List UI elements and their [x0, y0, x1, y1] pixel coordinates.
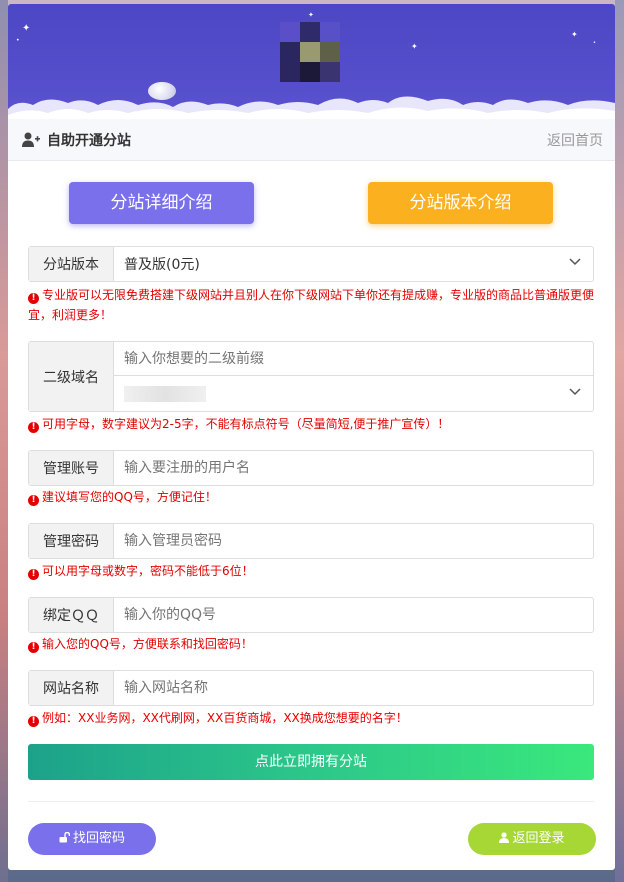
clouds: [8, 96, 615, 119]
version-select-value: 普及版(0元): [124, 257, 200, 273]
submit-button[interactable]: 点此立即拥有分站: [28, 744, 594, 780]
star-icon: ✦: [22, 23, 31, 34]
info-icon: !: [28, 422, 39, 433]
site-name-tip: ! 例如：XX业务网，XX代刷网，XX百货商城，XX换成您想要的名字！: [28, 708, 408, 728]
domain-tip-text: 可用字母，数字建议为2-5字，不能有标点符号（尽量简短,便于推广宣传）！: [42, 417, 450, 431]
info-icon: !: [28, 495, 39, 506]
account-label: 管理账号: [29, 451, 114, 485]
version-select[interactable]: 普及版(0元): [114, 247, 593, 281]
password-tip-text: 可以用字母或数字，密码不能低于6位！: [42, 564, 254, 578]
site-name-input[interactable]: [114, 671, 593, 705]
qq-label: 绑定ＱＱ: [29, 598, 114, 632]
account-input[interactable]: [114, 451, 593, 485]
version-tip-text: 专业版可以无限免费搭建下级网站并且别人在你下级网站下单你还有提成赚，专业版的商品…: [28, 288, 595, 322]
account-group: 管理账号: [28, 450, 594, 486]
register-card: ✦ • ✦ ✦ ✦ • 自助开通分站 返回首页 分站详细介绍 分站版本介绍 分站…: [8, 4, 615, 870]
divider: [28, 801, 594, 802]
account-tip: ! 建议填写您的QQ号，方便记住！: [28, 487, 217, 507]
back-home-link[interactable]: 返回首页: [547, 130, 603, 150]
unlock-icon: [59, 831, 71, 843]
qq-input[interactable]: [114, 598, 593, 632]
find-password-button[interactable]: 找回密码: [28, 823, 156, 855]
password-tip: ! 可以用字母或数字，密码不能低于6位！: [28, 561, 254, 581]
info-icon: !: [28, 569, 39, 580]
domain-prefix-input[interactable]: [114, 342, 593, 376]
domain-tip: ! 可用字母，数字建议为2-5字，不能有标点符号（尽量简短,便于推广宣传）！: [28, 414, 449, 434]
site-name-label: 网站名称: [29, 671, 114, 705]
page-header: 自助开通分站 返回首页: [8, 119, 615, 161]
avatar: [280, 22, 342, 84]
background-right: [615, 0, 624, 882]
back-login-label: 返回登录: [512, 831, 565, 846]
domain-group: 二级域名: [28, 341, 594, 412]
site-name-tip-text: 例如：XX业务网，XX代刷网，XX百货商城，XX换成您想要的名字！: [42, 711, 408, 725]
domain-label: 二级域名: [29, 342, 114, 411]
site-detail-button[interactable]: 分站详细介绍: [69, 182, 254, 224]
find-password-label: 找回密码: [72, 831, 125, 846]
qq-tip-text: 输入您的QQ号，方便联系和找回密码！: [42, 637, 253, 651]
star-icon: ✦: [571, 30, 578, 39]
star-icon: •: [16, 37, 20, 44]
version-select-group: 分站版本 普及版(0元): [28, 246, 594, 282]
chevron-down-icon: [569, 258, 581, 266]
version-intro-button[interactable]: 分站版本介绍: [368, 182, 553, 224]
domain-suffix-value: [124, 386, 206, 402]
star-icon: ✦: [308, 11, 314, 19]
back-login-button[interactable]: 返回登录: [468, 823, 596, 855]
password-group: 管理密码: [28, 523, 594, 559]
page-title: 自助开通分站: [47, 133, 131, 149]
star-icon: ✦: [411, 42, 418, 51]
qq-group: 绑定ＱＱ: [28, 597, 594, 633]
add-user-icon: [22, 132, 40, 147]
account-tip-text: 建议填写您的QQ号，方便记住！: [42, 490, 217, 504]
domain-suffix-select[interactable]: [114, 377, 593, 411]
info-icon: !: [28, 642, 39, 653]
banner: ✦ • ✦ ✦ ✦ •: [8, 4, 615, 119]
site-name-group: 网站名称: [28, 670, 594, 706]
chevron-down-icon: [569, 388, 581, 396]
user-icon: [499, 832, 510, 843]
background-left: [0, 0, 8, 882]
star-icon: •: [593, 40, 596, 46]
version-label: 分站版本: [29, 247, 114, 281]
password-input[interactable]: [114, 524, 593, 558]
qq-tip: ! 输入您的QQ号，方便联系和找回密码！: [28, 634, 253, 654]
password-label: 管理密码: [29, 524, 114, 558]
version-tip: ! 专业版可以无限免费搭建下级网站并且别人在你下级网站下单你还有提成赚，专业版的商…: [28, 285, 598, 325]
info-icon: !: [28, 293, 39, 304]
info-icon: !: [28, 716, 39, 727]
